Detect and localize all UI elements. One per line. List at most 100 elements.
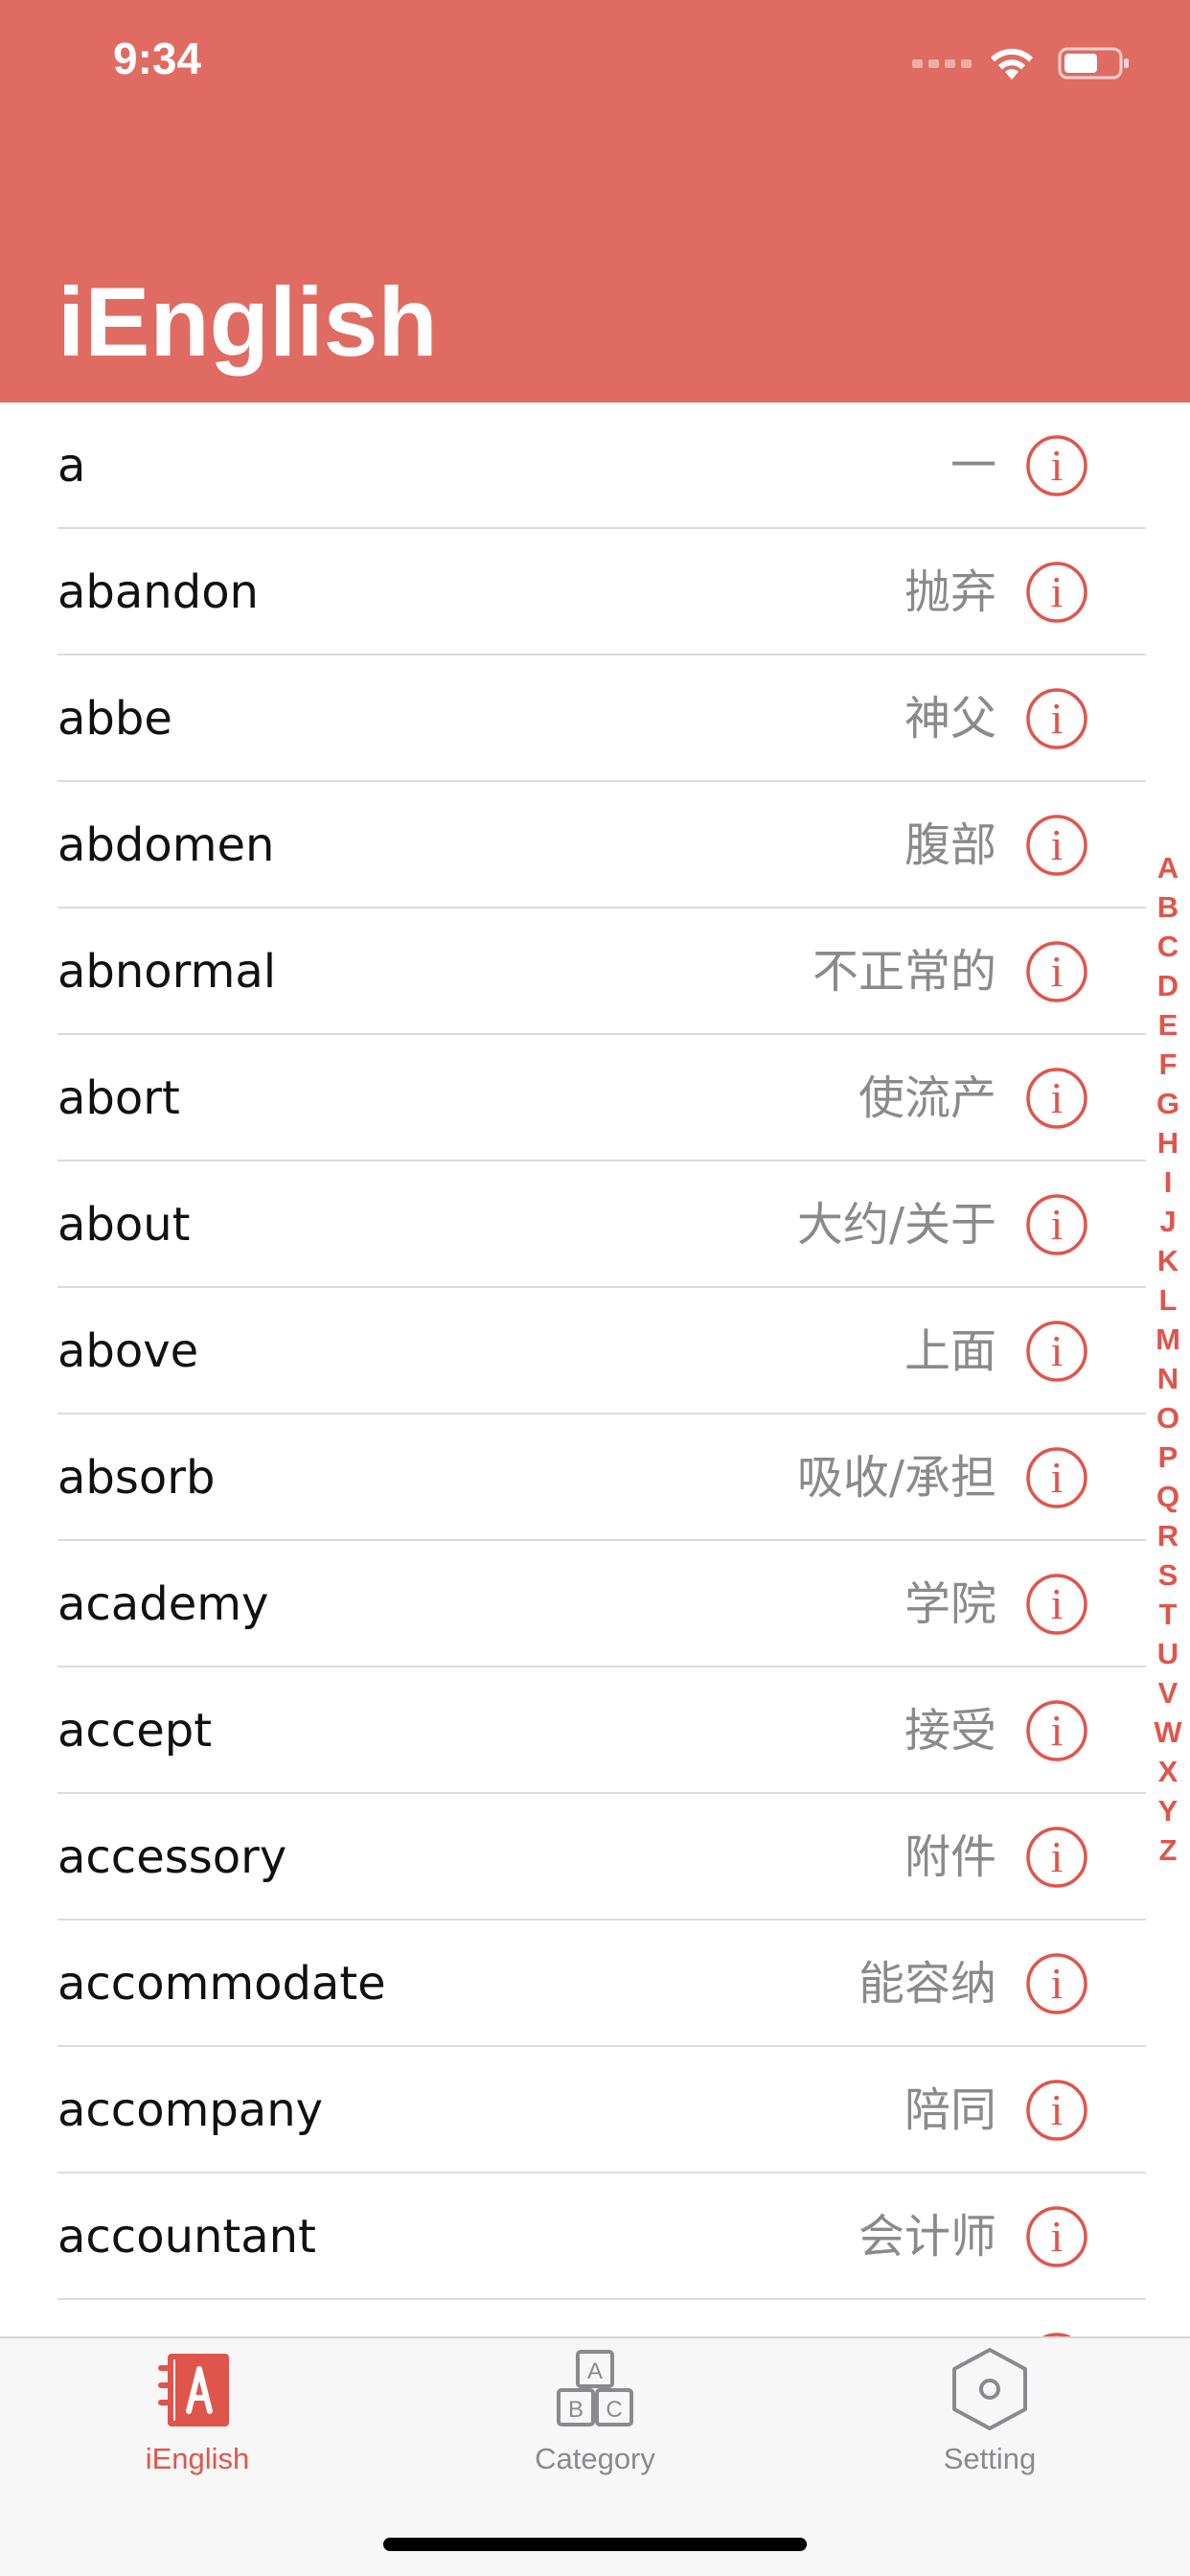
meaning-label: 使流产 <box>858 1071 996 1125</box>
battery-icon <box>1058 47 1129 80</box>
index-letter[interactable]: O <box>1146 1401 1190 1436</box>
svg-text:i: i <box>1051 2212 1064 2261</box>
status-time: 9:34 <box>113 34 202 83</box>
svg-text:i: i <box>1051 694 1064 743</box>
list-item[interactable]: abbe 神父 i <box>0 656 1190 782</box>
svg-text:i: i <box>1051 1326 1064 1375</box>
meaning-label: 能容纳 <box>858 1957 996 2011</box>
info-icon[interactable]: i <box>1025 940 1088 1003</box>
meaning-label: 一 <box>950 439 996 493</box>
list-item[interactable]: abnormal 不正常的 i <box>0 908 1190 1035</box>
info-icon[interactable]: i <box>1025 1067 1088 1130</box>
word-label: academy <box>57 1577 269 1631</box>
svg-text:i: i <box>1051 1959 1064 2008</box>
index-letter[interactable]: W <box>1146 1715 1190 1750</box>
info-icon[interactable]: i <box>1025 687 1088 750</box>
index-letter[interactable]: L <box>1146 1283 1190 1318</box>
index-letter[interactable]: R <box>1146 1519 1190 1553</box>
list-item[interactable]: accompany 陪同 i <box>0 2047 1190 2174</box>
index-letter[interactable]: F <box>1146 1047 1190 1082</box>
meaning-label: 陪同 <box>904 2083 996 2137</box>
list-item[interactable]: accommodate 能容纳 i <box>0 1920 1190 2047</box>
tab-label: Setting <box>943 2442 1037 2475</box>
index-letter[interactable]: H <box>1146 1126 1190 1161</box>
tab-iengish[interactable]: iEnglish <box>54 2338 341 2492</box>
info-icon[interactable]: i <box>1025 1320 1088 1383</box>
tab-category[interactable]: A B C Category <box>451 2338 739 2492</box>
list-item[interactable]: accept 接受 i <box>0 1668 1190 1794</box>
svg-text:i: i <box>1051 820 1064 869</box>
page-title: iEnglish <box>57 267 438 377</box>
list-item[interactable]: a 一 i <box>0 402 1190 529</box>
meaning-label: 接受 <box>904 1704 996 1758</box>
index-letter[interactable]: Q <box>1146 1480 1190 1514</box>
info-icon[interactable]: i <box>1025 814 1088 877</box>
svg-text:i: i <box>1051 1579 1064 1628</box>
info-icon[interactable]: i <box>1025 1826 1088 1889</box>
index-letter[interactable]: P <box>1146 1440 1190 1475</box>
word-label: abbe <box>57 692 172 746</box>
list-item[interactable]: academy 学院 i <box>0 1541 1190 1668</box>
info-icon[interactable]: i <box>1025 2205 1088 2268</box>
list-item[interactable]: abort 使流产 i <box>0 1035 1190 1162</box>
info-icon[interactable]: i <box>1025 1193 1088 1256</box>
list-item[interactable]: about 大约/关于 i <box>0 1162 1190 1288</box>
meaning-label: 神父 <box>904 692 996 746</box>
list-item[interactable]: abandon 抛弃 i <box>0 529 1190 656</box>
meaning-label: 抛弃 <box>904 565 996 619</box>
index-letter[interactable]: U <box>1146 1637 1190 1671</box>
info-icon[interactable]: i <box>1025 434 1088 497</box>
index-letter[interactable]: Y <box>1146 1794 1190 1828</box>
svg-text:i: i <box>1051 441 1064 490</box>
list-item[interactable]: above 上面 i <box>0 1288 1190 1414</box>
navigation-header: 9:34 iEnglish <box>0 0 1190 402</box>
meaning-label: 学院 <box>904 1577 996 1631</box>
list-item[interactable]: absorb 吸收/承担 i <box>0 1414 1190 1541</box>
index-letter[interactable]: N <box>1146 1362 1190 1396</box>
meaning-label: 附件 <box>904 1830 996 1884</box>
hexagon-gear-icon <box>947 2346 1033 2432</box>
tab-setting[interactable]: Setting <box>846 2338 1133 2492</box>
index-letter[interactable]: V <box>1146 1676 1190 1711</box>
index-letter[interactable]: J <box>1146 1205 1190 1239</box>
index-letter[interactable]: C <box>1146 930 1190 964</box>
wifi-icon <box>991 48 1033 80</box>
index-letter[interactable]: E <box>1146 1008 1190 1043</box>
word-label: absorb <box>57 1451 216 1505</box>
index-letter[interactable]: M <box>1146 1322 1190 1357</box>
word-label: abnormal <box>57 945 277 999</box>
info-icon[interactable]: i <box>1025 1699 1088 1762</box>
word-label: abandon <box>57 565 259 619</box>
info-icon[interactable]: i <box>1025 1573 1088 1636</box>
notebook-a-icon <box>154 2346 240 2432</box>
svg-text:B: B <box>568 2397 584 2423</box>
index-letter[interactable]: I <box>1146 1165 1190 1200</box>
meaning-label: 上面 <box>904 1324 996 1378</box>
index-letter[interactable]: A <box>1146 851 1190 886</box>
list-item[interactable]: accessory 附件 i <box>0 1794 1190 1920</box>
svg-text:A: A <box>587 2358 603 2384</box>
index-letter[interactable]: Z <box>1146 1833 1190 1868</box>
abc-blocks-icon: A B C <box>552 2346 638 2432</box>
home-indicator[interactable] <box>383 2538 807 2551</box>
svg-text:C: C <box>606 2397 622 2423</box>
word-list: a 一 i abandon 抛弃 i abbe 神父 i abdomen 腹部 … <box>0 402 1190 2426</box>
index-letter[interactable]: G <box>1146 1087 1190 1121</box>
meaning-label: 吸收/承担 <box>796 1451 996 1505</box>
index-letter[interactable]: T <box>1146 1598 1190 1632</box>
index-letter[interactable]: B <box>1146 890 1190 925</box>
info-icon[interactable]: i <box>1025 561 1088 624</box>
word-label: abdomen <box>57 818 275 872</box>
info-icon[interactable]: i <box>1025 1952 1088 2015</box>
word-label: accompany <box>57 2083 324 2137</box>
list-item[interactable]: accountant 会计师 i <box>0 2174 1190 2300</box>
index-letter[interactable]: D <box>1146 969 1190 1003</box>
index-letter[interactable]: S <box>1146 1558 1190 1593</box>
word-label: about <box>57 1198 191 1252</box>
index-letter[interactable]: X <box>1146 1755 1190 1789</box>
info-icon[interactable]: i <box>1025 2079 1088 2142</box>
list-item[interactable]: abdomen 腹部 i <box>0 782 1190 908</box>
svg-text:i: i <box>1051 2085 1064 2134</box>
index-letter[interactable]: K <box>1146 1244 1190 1278</box>
info-icon[interactable]: i <box>1025 1446 1088 1509</box>
